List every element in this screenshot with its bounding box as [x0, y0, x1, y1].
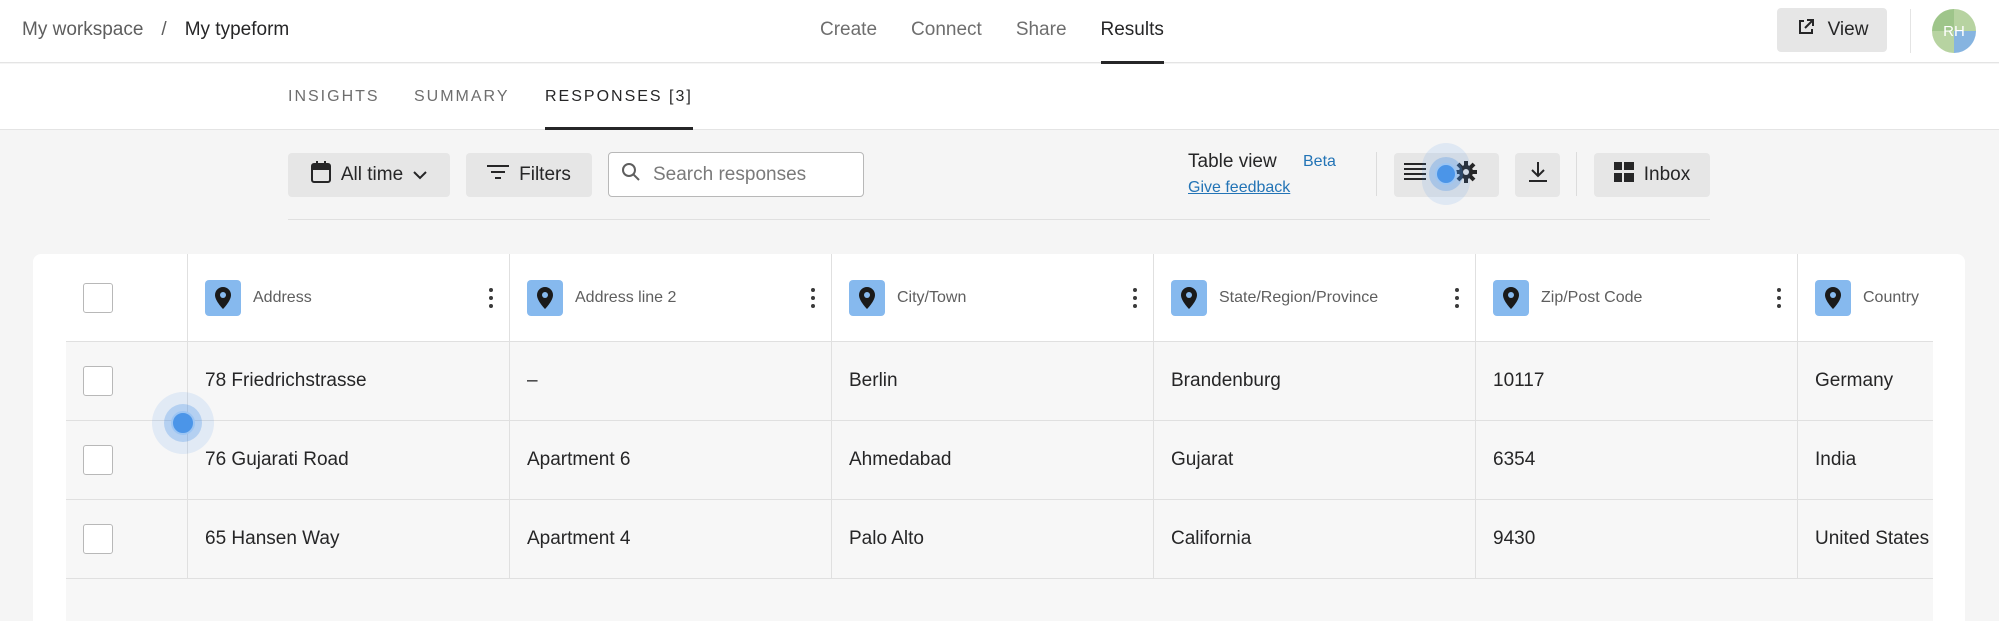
table-cell[interactable]: Gujarat — [1154, 421, 1476, 499]
table-header-row: Address Address line 2 City/Town State/R… — [66, 254, 1933, 342]
main-nav: Create Connect Share Results — [820, 0, 1198, 64]
column-menu-icon[interactable] — [811, 288, 815, 308]
breadcrumb: My workspace / My typeform — [22, 19, 289, 41]
column-header-label: Country — [1863, 288, 1920, 306]
table-cell[interactable]: Brandenburg — [1154, 342, 1476, 420]
table-cell[interactable]: 76 Gujarati Road — [188, 421, 510, 499]
search-input[interactable] — [653, 163, 853, 186]
click-indicator — [152, 392, 214, 454]
column-menu-icon[interactable] — [1777, 288, 1781, 308]
table-cell[interactable]: 10117 — [1476, 342, 1798, 420]
location-pin-icon — [849, 279, 885, 316]
table-cell[interactable]: California — [1154, 500, 1476, 578]
column-header-label: Address — [253, 288, 312, 306]
filters-button[interactable]: Filters — [466, 153, 592, 197]
nav-share[interactable]: Share — [1016, 0, 1067, 63]
inbox-icon — [1613, 162, 1634, 188]
table-cell[interactable]: 9430 — [1476, 500, 1798, 578]
search-box — [608, 152, 864, 197]
table-cell[interactable]: 78 Friedrichstrasse — [188, 342, 510, 420]
beta-badge: Beta — [1303, 153, 1336, 170]
table-cell[interactable]: Apartment 6 — [510, 421, 832, 499]
table-cell[interactable]: 6354 — [1476, 421, 1798, 499]
filter-icon — [487, 164, 510, 186]
column-menu-icon[interactable] — [1455, 288, 1459, 308]
give-feedback-link[interactable]: Give feedback — [1188, 179, 1290, 197]
divider — [288, 219, 1710, 220]
divider — [1910, 9, 1911, 53]
table-cell[interactable]: – — [510, 342, 832, 420]
breadcrumb-form[interactable]: My typeform — [185, 19, 290, 41]
view-button-label: View — [1827, 19, 1869, 40]
view-button[interactable]: View — [1777, 8, 1887, 52]
header-checkbox-cell — [66, 254, 188, 341]
column-header-label: Zip/Post Code — [1541, 288, 1643, 306]
inbox-button[interactable]: Inbox — [1594, 153, 1710, 197]
filters-label: Filters — [519, 164, 571, 185]
avatar[interactable]: RH — [1932, 9, 1976, 53]
chevron-down-icon — [413, 164, 427, 186]
column-header-address-line-2[interactable]: Address line 2 — [510, 254, 832, 341]
location-pin-icon — [527, 279, 563, 316]
location-pin-icon — [205, 279, 241, 316]
column-header-city[interactable]: City/Town — [832, 254, 1154, 341]
table-cell[interactable]: Berlin — [832, 342, 1154, 420]
inbox-label: Inbox — [1643, 164, 1691, 185]
table-view-label: Table view — [1188, 151, 1277, 172]
tab-insights[interactable]: INSIGHTS — [288, 88, 380, 106]
column-header-label: Address line 2 — [575, 288, 677, 306]
tab-summary[interactable]: SUMMARY — [414, 88, 510, 106]
column-header-state[interactable]: State/Region/Province — [1154, 254, 1476, 341]
breadcrumb-workspace[interactable]: My workspace — [22, 19, 143, 41]
top-bar: My workspace / My typeform Create Connec… — [0, 0, 1999, 64]
results-tabs: INSIGHTS SUMMARY RESPONSES [3] — [0, 64, 1999, 130]
row-checkbox[interactable] — [83, 366, 113, 396]
download-button[interactable] — [1515, 153, 1560, 197]
breadcrumb-separator: / — [161, 19, 167, 40]
nav-create[interactable]: Create — [820, 0, 877, 63]
column-menu-icon[interactable] — [1133, 288, 1137, 308]
location-pin-icon — [1493, 279, 1529, 316]
table-cell[interactable]: Germany — [1798, 342, 1933, 420]
location-pin-icon — [1815, 279, 1851, 316]
divider — [1376, 152, 1377, 196]
date-filter-label: All time — [340, 164, 404, 185]
external-link-icon — [1796, 17, 1816, 43]
table-cell[interactable]: India — [1798, 421, 1933, 499]
row-checkbox-cell — [66, 500, 188, 578]
nav-results[interactable]: Results — [1100, 0, 1165, 64]
select-all-checkbox[interactable] — [83, 282, 113, 313]
table-cell[interactable]: Apartment 4 — [510, 500, 832, 578]
table-cell[interactable]: United States — [1798, 500, 1933, 578]
column-header-country[interactable]: Country — [1798, 254, 1933, 341]
table-cell[interactable]: Ahmedabad — [832, 421, 1154, 499]
table-cell[interactable]: 65 Hansen Way — [188, 500, 510, 578]
table-cell[interactable]: Palo Alto — [832, 500, 1154, 578]
table-row[interactable]: 76 Gujarati Road Apartment 6 Ahmedabad G… — [66, 421, 1933, 500]
row-checkbox[interactable] — [83, 524, 113, 554]
column-menu-icon[interactable] — [489, 288, 493, 308]
column-header-zip[interactable]: Zip/Post Code — [1476, 254, 1798, 341]
download-icon — [1528, 161, 1548, 189]
column-header-address[interactable]: Address — [188, 254, 510, 341]
table-row[interactable]: 78 Friedrichstrasse – Berlin Brandenburg… — [66, 342, 1933, 421]
responses-table: Address Address line 2 City/Town State/R… — [66, 254, 1933, 621]
click-indicator — [1422, 143, 1470, 205]
nav-connect[interactable]: Connect — [911, 0, 982, 63]
calendar-icon — [310, 161, 331, 189]
table-row-empty — [66, 579, 1933, 621]
column-header-label: City/Town — [897, 288, 967, 306]
tab-responses[interactable]: RESPONSES [3] — [545, 88, 693, 130]
search-icon — [621, 162, 641, 187]
row-checkbox[interactable] — [83, 445, 113, 475]
location-pin-icon — [1171, 279, 1207, 316]
column-header-label: State/Region/Province — [1219, 288, 1379, 306]
date-filter-button[interactable]: All time — [288, 153, 450, 197]
divider — [1576, 152, 1577, 196]
table-row[interactable]: 65 Hansen Way Apartment 4 Palo Alto Cali… — [66, 500, 1933, 579]
